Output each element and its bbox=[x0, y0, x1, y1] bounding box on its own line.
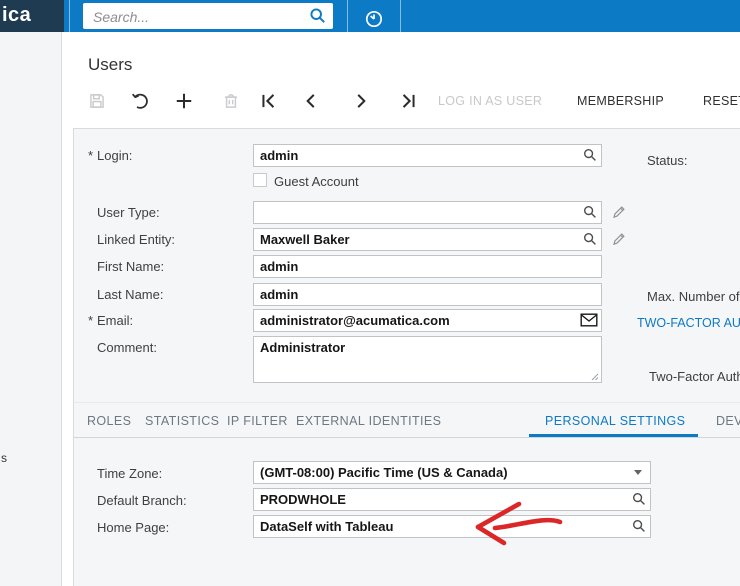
default-branch-input[interactable] bbox=[253, 488, 651, 511]
max-number-label: Max. Number of bbox=[647, 289, 739, 304]
home-page-label: Home Page: bbox=[97, 520, 169, 535]
top-bar: ica bbox=[0, 0, 740, 32]
membership-button[interactable]: MEMBERSHIP bbox=[577, 94, 664, 108]
last-record-button[interactable] bbox=[398, 91, 418, 111]
topbar-divider bbox=[347, 0, 348, 32]
required-marker: * bbox=[88, 313, 93, 328]
tab-ip-filter[interactable]: IP FILTER bbox=[227, 414, 288, 428]
tab-statistics[interactable]: STATISTICS bbox=[145, 414, 219, 428]
log-in-as-user-button[interactable]: LOG IN AS USER bbox=[438, 94, 542, 108]
linked-entity-input[interactable] bbox=[253, 228, 602, 251]
default-branch-label: Default Branch: bbox=[97, 493, 187, 508]
edit-linked-entity-pencil-icon[interactable] bbox=[611, 231, 627, 247]
plus-icon bbox=[174, 91, 194, 111]
save-button[interactable] bbox=[87, 91, 107, 111]
lookup-icon[interactable] bbox=[632, 492, 646, 506]
last-name-input[interactable] bbox=[253, 283, 602, 306]
last-name-label: Last Name: bbox=[97, 287, 163, 302]
sidebar-item-partial[interactable]: s bbox=[1, 451, 7, 465]
previous-record-button[interactable] bbox=[301, 91, 321, 111]
status-label: Status: bbox=[647, 153, 687, 168]
first-name-input[interactable] bbox=[253, 255, 602, 278]
next-record-icon bbox=[351, 91, 371, 111]
topbar-divider bbox=[400, 0, 401, 32]
global-search bbox=[83, 3, 333, 29]
linked-entity-label: Linked Entity: bbox=[97, 232, 175, 247]
tab-personal-settings[interactable]: PERSONAL SETTINGS bbox=[545, 414, 685, 428]
two-factor-auth-link[interactable]: TWO-FACTOR AU bbox=[637, 316, 740, 330]
guest-account-checkbox[interactable] bbox=[253, 173, 267, 187]
resize-handle-icon[interactable] bbox=[589, 371, 599, 381]
search-input[interactable] bbox=[91, 4, 305, 29]
first-record-icon bbox=[259, 91, 279, 111]
home-page-input[interactable] bbox=[253, 515, 651, 538]
sidebar: s bbox=[0, 32, 62, 586]
guest-account-label: Guest Account bbox=[274, 174, 359, 189]
time-zone-label: Time Zone: bbox=[97, 466, 162, 481]
envelope-icon[interactable] bbox=[580, 313, 598, 327]
tab-external-identities[interactable]: EXTERNAL IDENTITIES bbox=[296, 414, 441, 428]
last-record-icon bbox=[398, 91, 418, 111]
undo-icon bbox=[130, 91, 150, 111]
delete-button[interactable] bbox=[221, 91, 241, 111]
login-label: Login: bbox=[97, 148, 132, 163]
edit-user-type-pencil-icon[interactable] bbox=[611, 204, 627, 220]
first-name-label: First Name: bbox=[97, 259, 164, 274]
clock-button[interactable] bbox=[355, 0, 393, 32]
tab-devices[interactable]: DEVICES bbox=[716, 414, 740, 428]
tabs-bottom-border bbox=[74, 437, 740, 438]
time-zone-input[interactable] bbox=[253, 461, 651, 484]
topbar-divider bbox=[69, 0, 70, 32]
trash-icon bbox=[221, 91, 241, 111]
previous-record-icon bbox=[301, 91, 321, 111]
lookup-icon[interactable] bbox=[632, 519, 646, 533]
tab-roles[interactable]: ROLES bbox=[87, 414, 131, 428]
comment-textarea[interactable]: Administrator bbox=[253, 336, 602, 383]
reset-button[interactable]: RESET bbox=[703, 94, 740, 108]
lookup-icon[interactable] bbox=[583, 148, 597, 162]
email-input[interactable] bbox=[253, 309, 602, 332]
save-icon bbox=[87, 91, 107, 111]
undo-button[interactable] bbox=[130, 91, 150, 111]
search-icon[interactable] bbox=[309, 7, 327, 25]
lookup-icon[interactable] bbox=[583, 232, 597, 246]
app-logo[interactable]: ica bbox=[0, 0, 64, 32]
lookup-icon[interactable] bbox=[583, 205, 597, 219]
form-panel: * Login: Guest Account User Type: Linked… bbox=[73, 128, 740, 586]
user-type-input[interactable] bbox=[253, 201, 602, 224]
comment-label: Comment: bbox=[97, 340, 157, 355]
page-title: Users bbox=[88, 55, 132, 75]
two-factor-auth-label: Two-Factor Auth bbox=[649, 369, 740, 384]
first-record-button[interactable] bbox=[259, 91, 279, 111]
dropdown-caret-icon[interactable] bbox=[634, 470, 642, 475]
login-input[interactable] bbox=[253, 144, 602, 167]
email-label: Email: bbox=[97, 313, 133, 328]
required-marker: * bbox=[88, 148, 93, 163]
tabs-top-divider bbox=[74, 402, 740, 403]
screen: ica s Users bbox=[0, 0, 740, 586]
next-record-button[interactable] bbox=[351, 91, 371, 111]
user-type-label: User Type: bbox=[97, 205, 160, 220]
clock-icon bbox=[364, 9, 384, 29]
add-button[interactable] bbox=[174, 91, 194, 111]
